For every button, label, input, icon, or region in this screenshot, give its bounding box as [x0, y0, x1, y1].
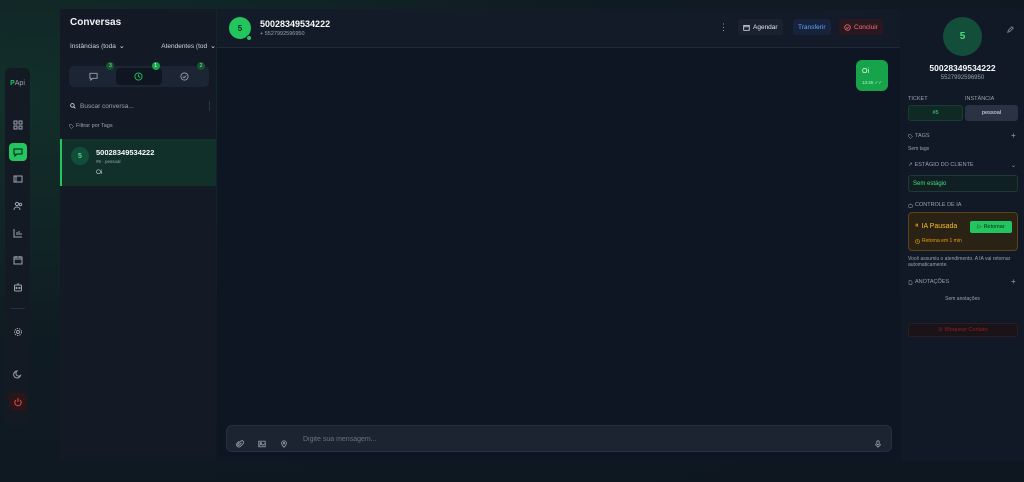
tab-waiting[interactable]: 1	[116, 62, 162, 85]
conversations-panel: Conversas Instâncias (toda ⌄ Atendentes (…	[60, 9, 216, 461]
done-count-badge: 2	[196, 62, 205, 70]
play-icon: ▷	[977, 224, 982, 230]
message-square-icon	[89, 72, 98, 81]
location-pin-icon[interactable]	[280, 435, 288, 448]
clock-icon	[134, 72, 144, 81]
tag-icon	[908, 133, 913, 139]
contacts-card-icon[interactable]	[9, 170, 27, 188]
chevron-down-icon[interactable]: ⌄	[1011, 162, 1016, 170]
resume-ai-button[interactable]: ▷ Retomar	[970, 221, 1012, 233]
tags-section-label: TAGS	[908, 133, 930, 139]
contact-phone: 5527992596950	[940, 75, 985, 81]
ticket-label: TICKET	[908, 96, 928, 102]
app-logo[interactable]: PApi	[10, 80, 25, 94]
block-contact-button[interactable]: ⊘ Bloquear Contato	[908, 323, 1018, 337]
pause-icon: ⏸	[915, 222, 919, 229]
contact-name: 50028349534222	[260, 19, 331, 29]
tab-open[interactable]: 3	[71, 62, 116, 85]
read-ticks-icon: ✓✓	[874, 80, 883, 85]
schedule-button[interactable]: Agendar	[738, 19, 783, 35]
ai-return-timer: Retorna em 1 min	[915, 238, 962, 244]
paperclip-icon[interactable]	[236, 435, 245, 448]
chat-area: 5 50028349534222 + 5527992596950 ⋮ Agend…	[217, 9, 900, 461]
stage-section-label: ↗ ESTÁGIO DO CLIENTE	[908, 162, 974, 168]
check-circle-icon	[844, 23, 851, 31]
edit-pencil-icon[interactable]	[1007, 20, 1014, 33]
check-circle-icon	[180, 72, 189, 81]
microphone-icon[interactable]	[874, 435, 882, 448]
message-time: 13:45 ✓✓	[862, 80, 883, 85]
add-tag-button[interactable]: +	[1011, 132, 1016, 140]
avatar: 5	[943, 17, 982, 56]
instance-label: INSTÂNCIA	[965, 96, 995, 102]
chat-icon[interactable]	[8, 143, 27, 161]
conversation-meta: #6 · pessoal	[96, 159, 121, 164]
add-note-button[interactable]: +	[1011, 278, 1016, 286]
users-icon[interactable]	[9, 197, 27, 215]
search-input[interactable]	[80, 102, 200, 110]
conversation-last-message: Oi	[96, 169, 103, 176]
chat-header: 5 50028349534222 + 5527992596950 ⋮ Agend…	[217, 9, 900, 48]
message-composer	[226, 425, 892, 452]
instance-value: pessoal	[965, 105, 1018, 121]
tab-done[interactable]: 2	[162, 62, 207, 85]
block-icon: ⊘	[938, 327, 943, 333]
stage-select[interactable]: Sem estágio	[908, 175, 1018, 192]
conversation-filters: Instâncias (toda ⌄ Atendentes (tod ⌄	[70, 42, 216, 51]
ticket-value: #5	[908, 105, 963, 121]
ai-section-label: CONTROLE DE IA	[908, 202, 961, 208]
chevron-down-icon: ⌄	[118, 43, 125, 50]
bot-icon	[908, 203, 913, 208]
message-text: Oi	[862, 68, 869, 75]
notes-section-label: ANOTAÇÕES	[908, 279, 949, 285]
search-bar	[70, 101, 210, 111]
agents-select[interactable]: Atendentes (tod ⌄	[161, 42, 216, 51]
message-input[interactable]	[303, 434, 843, 445]
clock-icon	[915, 238, 920, 244]
contact-details-panel: 5 50028349534222 5527992596950 TICKET IN…	[901, 9, 1024, 461]
dashboard-icon[interactable]	[9, 116, 27, 134]
finish-button[interactable]: Concluir	[839, 19, 883, 35]
bot-icon[interactable]	[9, 278, 27, 296]
conversations-title: Conversas	[70, 17, 122, 28]
message-bubble[interactable]: Oi 13:45 ✓✓	[856, 60, 888, 91]
avatar: 5	[71, 147, 89, 165]
tag-icon	[69, 123, 74, 129]
instances-select[interactable]: Instâncias (toda ⌄	[70, 42, 125, 51]
tags-empty: Sem tags	[908, 146, 930, 152]
conversation-name: 50028349534222	[96, 148, 155, 157]
document-icon	[908, 279, 913, 285]
waiting-count-badge: 1	[151, 62, 160, 70]
calendar-icon	[743, 24, 750, 31]
calendar-icon[interactable]	[9, 251, 27, 269]
transfer-button[interactable]: Transferir	[793, 19, 831, 35]
conversation-status-tabs: 3 1 2	[69, 62, 209, 87]
ai-note: Você assumiu o atendimento. A IA vai ret…	[908, 256, 1011, 268]
conversation-item[interactable]: 5 50028349534222 #6 · pessoal Oi	[60, 139, 216, 186]
rail-divider	[10, 308, 25, 309]
contact-name: 50028349534222	[929, 63, 996, 73]
trend-icon: ↗	[908, 162, 913, 168]
chevron-down-icon: ⌄	[210, 43, 216, 50]
gear-icon[interactable]	[9, 323, 27, 341]
online-status-dot	[246, 35, 252, 41]
moon-icon[interactable]	[9, 365, 27, 383]
notes-empty: Sem anotações	[945, 296, 980, 302]
tag-filter[interactable]: Filtrar por Tags	[69, 123, 113, 129]
app-rail: PApi	[5, 68, 30, 426]
search-icon	[70, 103, 76, 109]
open-count-badge: 3	[106, 62, 115, 70]
ai-status: ⏸ IA Pausada	[915, 222, 958, 230]
image-icon[interactable]	[258, 435, 266, 448]
more-options-icon[interactable]: ⋮	[719, 23, 728, 32]
contact-phone: + 5527992596950	[260, 31, 305, 37]
bar-chart-icon[interactable]	[9, 224, 27, 242]
ai-control-card: ⏸ IA Pausada ▷ Retomar Retorna em 1 min	[908, 212, 1018, 251]
power-icon[interactable]	[8, 393, 27, 411]
